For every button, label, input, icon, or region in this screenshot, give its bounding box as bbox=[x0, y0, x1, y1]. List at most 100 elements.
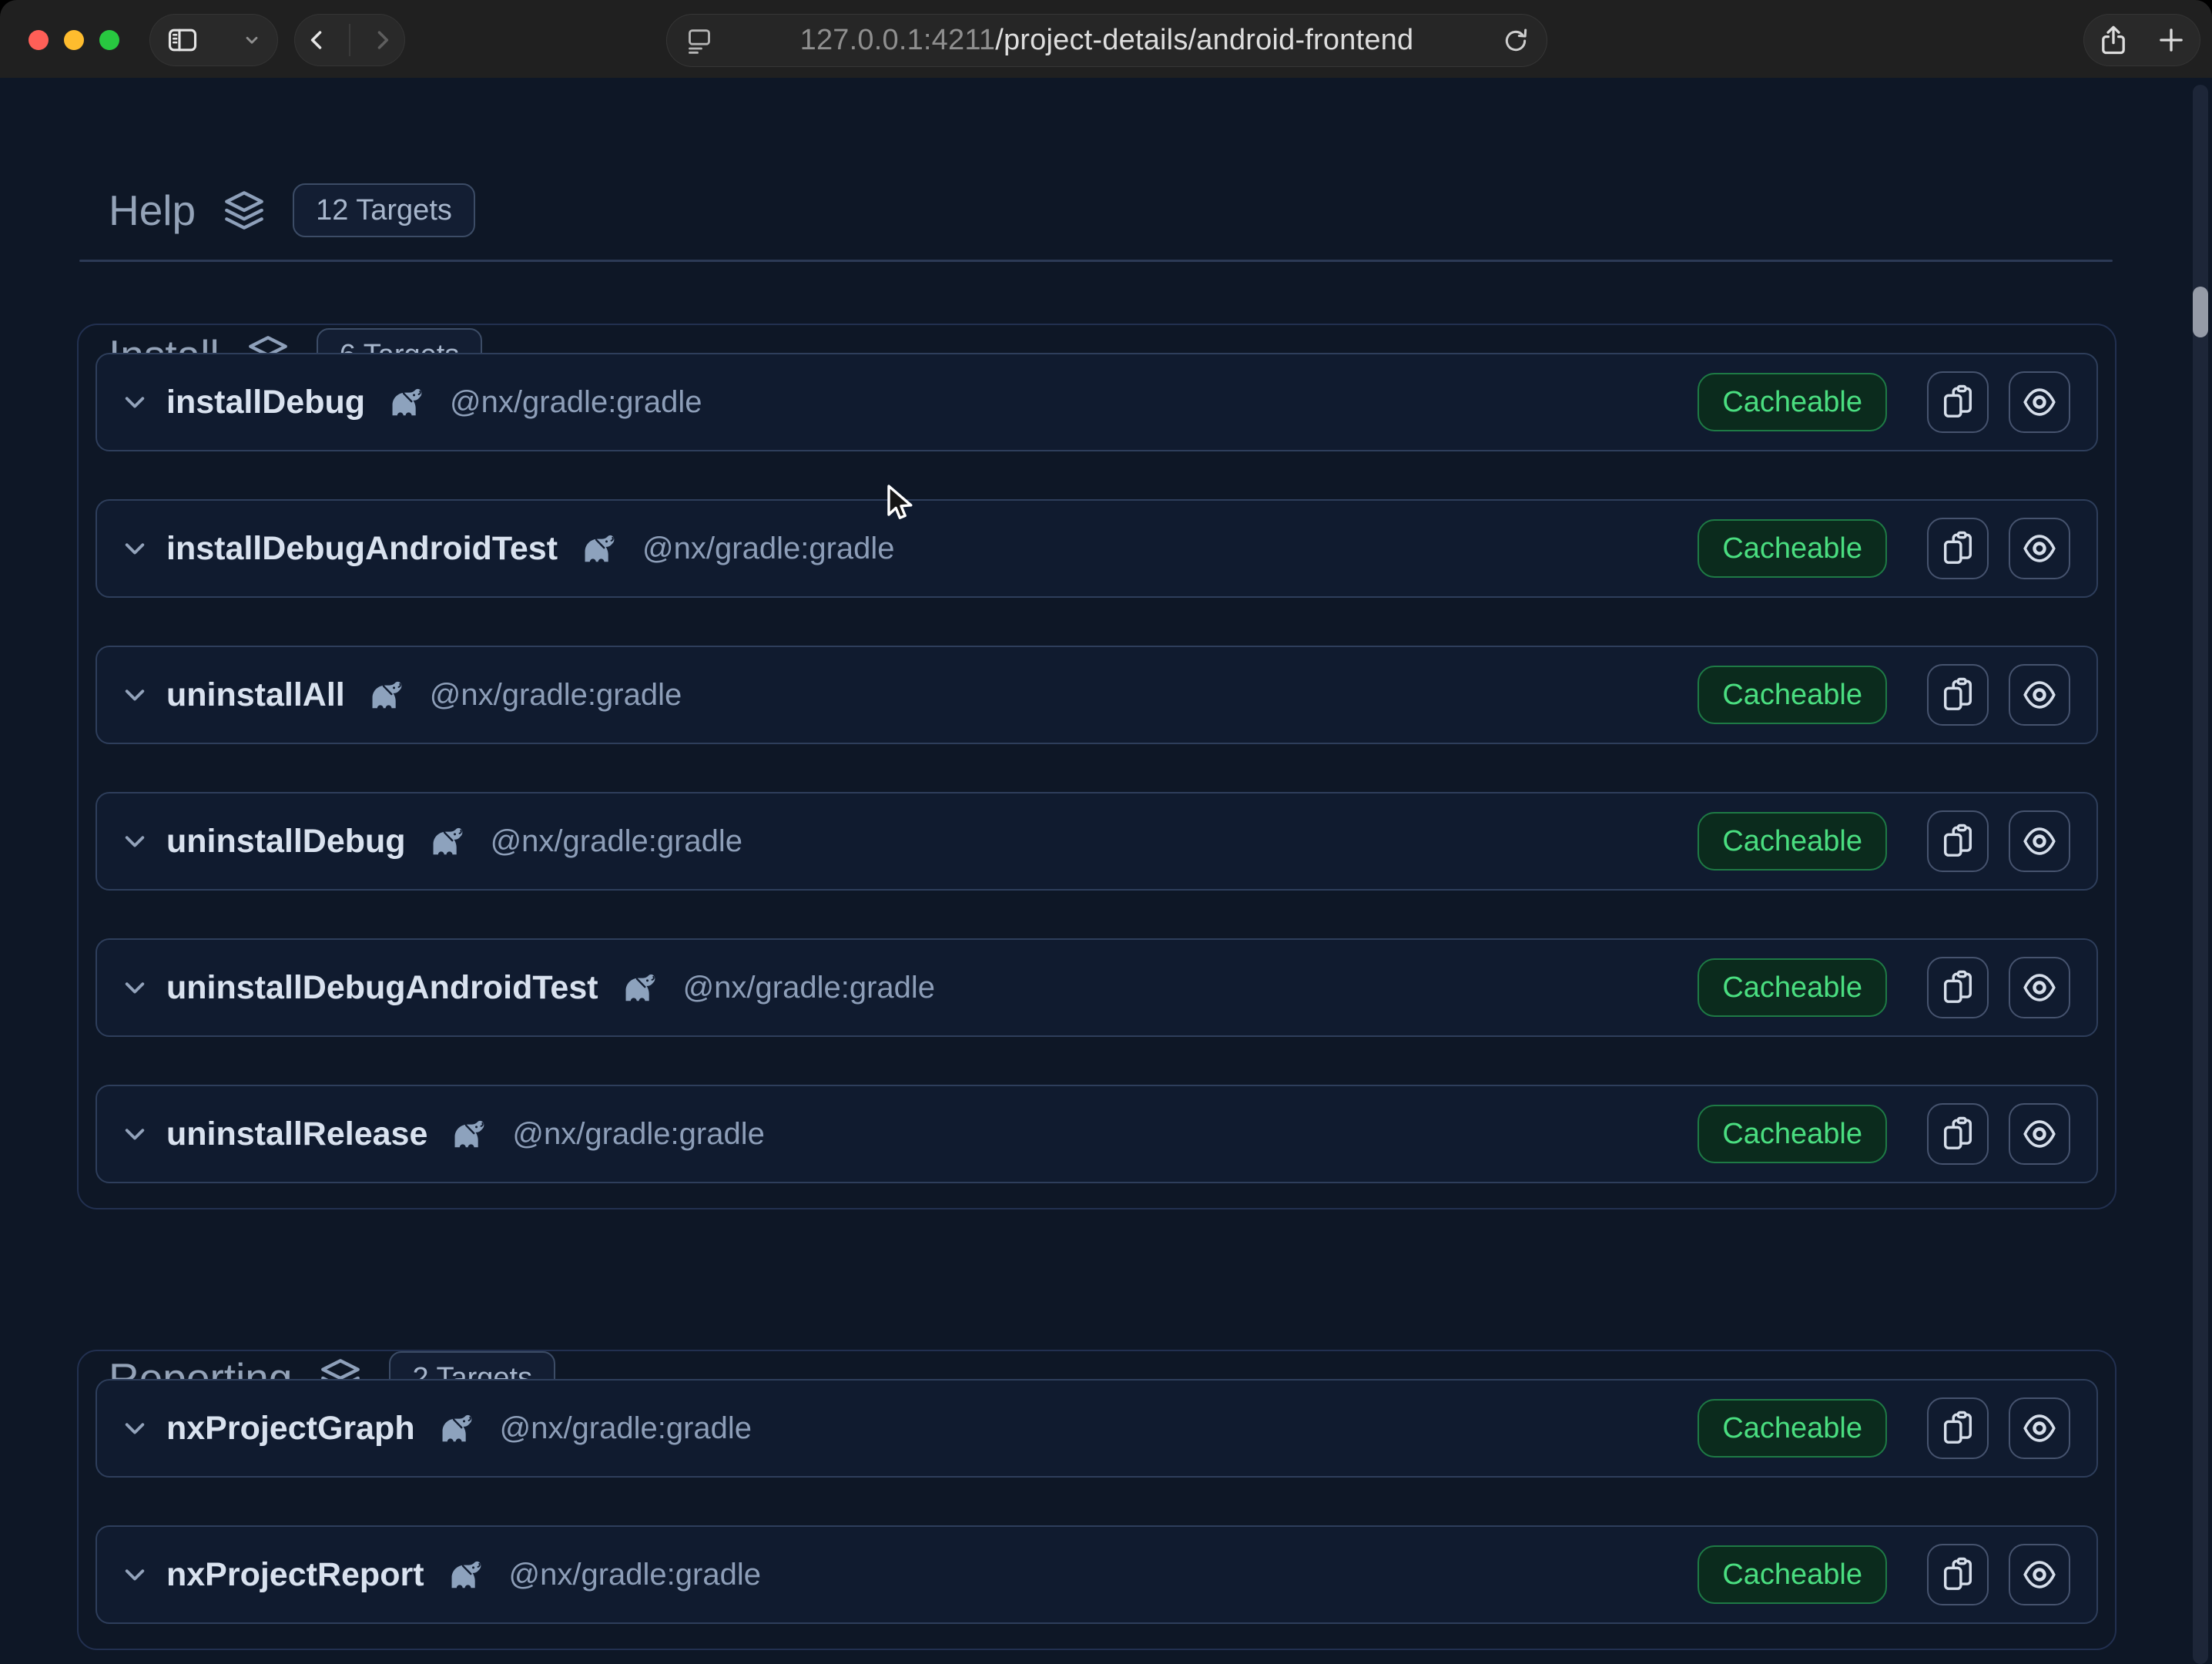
gradle-elephant-icon bbox=[449, 1117, 492, 1151]
new-tab-button[interactable] bbox=[2155, 24, 2187, 56]
gradle-elephant-icon bbox=[427, 824, 471, 858]
show-sidebar-button[interactable] bbox=[166, 23, 199, 57]
eye-button[interactable] bbox=[2009, 1544, 2070, 1605]
browser-toolbar: 127.0.0.1:4211/project-details/android-f… bbox=[0, 0, 2212, 78]
zoom-window-button[interactable] bbox=[99, 30, 119, 50]
cacheable-badge: Cacheable bbox=[1698, 1545, 1887, 1604]
eye-icon bbox=[2022, 1557, 2057, 1592]
page-settings-icon[interactable] bbox=[684, 25, 715, 56]
nav-control-group bbox=[294, 14, 405, 66]
target-name: nxProjectReport bbox=[166, 1556, 424, 1594]
target-executor: @nx/gradle:gradle bbox=[642, 532, 894, 566]
eye-icon bbox=[2022, 970, 2057, 1005]
eye-icon bbox=[2022, 1116, 2057, 1152]
back-button[interactable] bbox=[304, 27, 330, 53]
close-window-button[interactable] bbox=[28, 30, 49, 50]
copy-icon bbox=[1940, 1116, 1976, 1152]
eye-button[interactable] bbox=[2009, 371, 2070, 433]
section-title: Help bbox=[109, 186, 196, 235]
cacheable-badge: Cacheable bbox=[1698, 1399, 1887, 1458]
gradle-elephant-icon bbox=[367, 678, 410, 712]
section-heading-help: Help 12 Targets bbox=[109, 181, 475, 240]
copy-button[interactable] bbox=[1927, 1544, 1989, 1605]
copy-button[interactable] bbox=[1927, 1397, 1989, 1459]
target-row-uninstallDebug[interactable]: uninstallDebug @nx/gradle:gradle Cacheab… bbox=[96, 792, 2098, 891]
eye-button[interactable] bbox=[2009, 1103, 2070, 1165]
gradle-elephant-icon bbox=[579, 532, 622, 565]
cacheable-badge: Cacheable bbox=[1698, 812, 1887, 871]
target-row-installDebugAndroidTest[interactable]: installDebugAndroidTest @nx/gradle:gradl… bbox=[96, 499, 2098, 598]
chevron-down-icon[interactable] bbox=[120, 387, 149, 417]
target-name: uninstallAll bbox=[166, 676, 345, 714]
target-executor: @nx/gradle:gradle bbox=[683, 971, 935, 1005]
eye-icon bbox=[2022, 1411, 2057, 1446]
target-row-nxProjectGraph[interactable]: nxProjectGraph @nx/gradle:gradle Cacheab… bbox=[96, 1379, 2098, 1478]
target-executor: @nx/gradle:gradle bbox=[500, 1411, 752, 1446]
chevron-down-icon[interactable] bbox=[120, 1560, 149, 1589]
target-row-nxProjectReport[interactable]: nxProjectReport @nx/gradle:gradle Cachea… bbox=[96, 1525, 2098, 1624]
gradle-elephant-icon bbox=[387, 385, 430, 419]
minimize-window-button[interactable] bbox=[64, 30, 84, 50]
gradle-elephant-icon bbox=[446, 1558, 489, 1592]
install-targets-group: installDebug @nx/gradle:gradle Cacheable bbox=[77, 324, 2116, 1209]
eye-button[interactable] bbox=[2009, 664, 2070, 726]
target-name: installDebug bbox=[166, 384, 365, 421]
cacheable-badge: Cacheable bbox=[1698, 519, 1887, 578]
chevron-down-icon[interactable] bbox=[120, 1119, 149, 1149]
chevron-down-icon[interactable] bbox=[120, 680, 149, 710]
copy-icon bbox=[1940, 677, 1976, 713]
target-row-installDebug[interactable]: installDebug @nx/gradle:gradle Cacheable bbox=[96, 353, 2098, 451]
copy-icon bbox=[1940, 824, 1976, 859]
url-host: 127.0.0.1:4211 bbox=[800, 24, 996, 56]
copy-button[interactable] bbox=[1927, 664, 1989, 726]
forward-button[interactable] bbox=[369, 27, 395, 53]
chevron-down-icon[interactable] bbox=[120, 973, 149, 1002]
scrollbar-thumb[interactable] bbox=[2193, 287, 2208, 337]
eye-button[interactable] bbox=[2009, 810, 2070, 872]
copy-icon bbox=[1940, 384, 1976, 420]
browser-window: 127.0.0.1:4211/project-details/android-f… bbox=[0, 0, 2212, 1664]
reporting-targets-group: nxProjectGraph @nx/gradle:gradle Cacheab… bbox=[77, 1350, 2116, 1650]
cacheable-badge: Cacheable bbox=[1698, 666, 1887, 724]
chevron-down-icon[interactable] bbox=[120, 534, 149, 563]
target-name: nxProjectGraph bbox=[166, 1410, 415, 1448]
toolbar-actions-group bbox=[2083, 14, 2200, 66]
copy-button[interactable] bbox=[1927, 810, 1989, 872]
target-name: installDebugAndroidTest bbox=[166, 530, 558, 568]
url-path: /project-details/android-frontend bbox=[995, 24, 1413, 56]
eye-icon bbox=[2022, 677, 2057, 713]
copy-icon bbox=[1940, 970, 1976, 1005]
reload-button[interactable] bbox=[1500, 25, 1531, 56]
section-divider bbox=[79, 260, 2113, 262]
cacheable-badge: Cacheable bbox=[1698, 1105, 1887, 1163]
target-executor: @nx/gradle:gradle bbox=[512, 1117, 764, 1152]
copy-button[interactable] bbox=[1927, 371, 1989, 433]
gradle-elephant-icon bbox=[620, 971, 663, 1005]
address-bar[interactable]: 127.0.0.1:4211/project-details/android-f… bbox=[666, 14, 1547, 67]
layers-stack-icon bbox=[222, 188, 266, 233]
sidebar-chevron-down-icon[interactable] bbox=[242, 30, 262, 50]
share-button[interactable] bbox=[2096, 23, 2130, 57]
project-details-page: Help 12 Targets Install 6 Targets bbox=[0, 78, 2212, 1664]
eye-button[interactable] bbox=[2009, 1397, 2070, 1459]
url-text: 127.0.0.1:4211/project-details/android-f… bbox=[667, 24, 1547, 57]
copy-icon bbox=[1940, 1411, 1976, 1446]
chevron-down-icon[interactable] bbox=[120, 1414, 149, 1443]
nav-divider bbox=[349, 24, 350, 56]
sidebar-control-group bbox=[149, 14, 278, 66]
eye-button[interactable] bbox=[2009, 957, 2070, 1018]
chevron-down-icon[interactable] bbox=[120, 827, 149, 856]
copy-button[interactable] bbox=[1927, 1103, 1989, 1165]
target-row-uninstallRelease[interactable]: uninstallRelease @nx/gradle:gradle Cache… bbox=[96, 1085, 2098, 1183]
copy-icon bbox=[1940, 1557, 1976, 1592]
eye-button[interactable] bbox=[2009, 518, 2070, 579]
target-executor: @nx/gradle:gradle bbox=[430, 678, 682, 713]
eye-icon bbox=[2022, 824, 2057, 859]
target-row-uninstallDebugAndroidTest[interactable]: uninstallDebugAndroidTest @nx/gradle:gra… bbox=[96, 938, 2098, 1037]
copy-button[interactable] bbox=[1927, 957, 1989, 1018]
target-executor: @nx/gradle:gradle bbox=[450, 385, 702, 420]
copy-button[interactable] bbox=[1927, 518, 1989, 579]
target-row-uninstallAll[interactable]: uninstallAll @nx/gradle:gradle Cacheable bbox=[96, 646, 2098, 744]
cacheable-badge: Cacheable bbox=[1698, 373, 1887, 431]
eye-icon bbox=[2022, 531, 2057, 566]
